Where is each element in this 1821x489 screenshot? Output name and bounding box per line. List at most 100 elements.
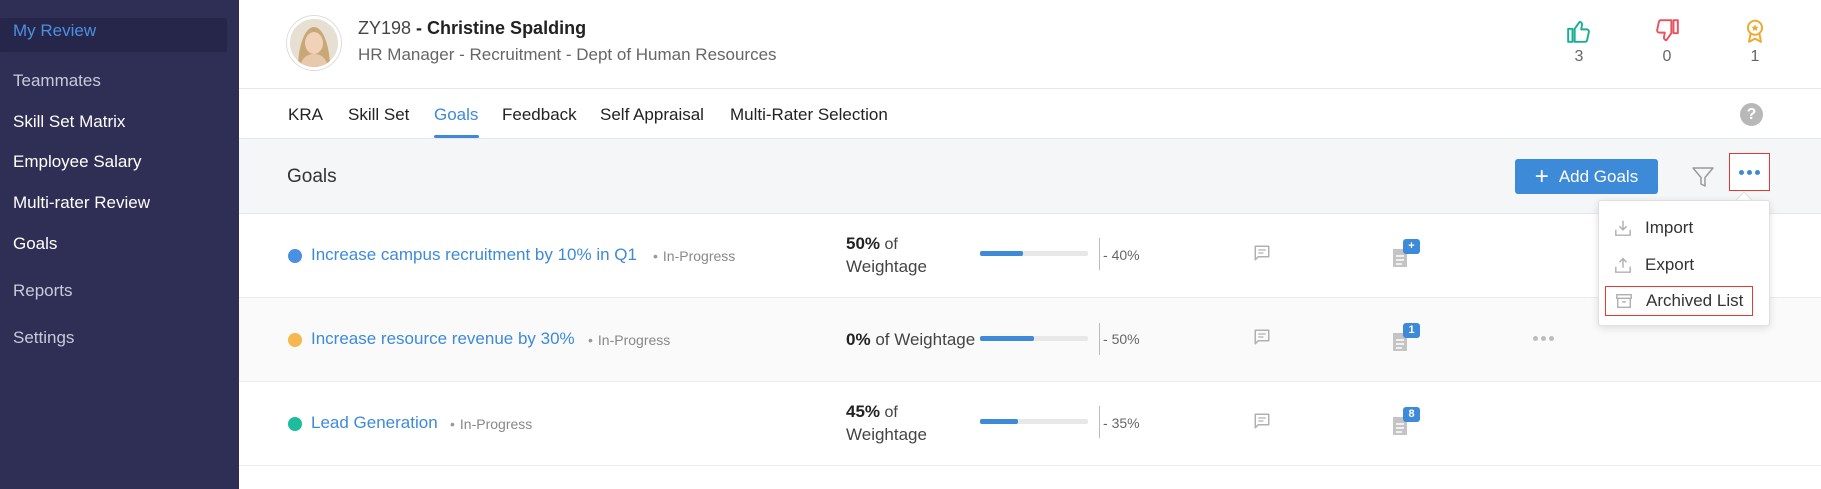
sidebar-item-goals[interactable]: Goals bbox=[13, 234, 57, 254]
goal-status-dot bbox=[288, 417, 302, 431]
sidebar: My Review Teammates Skill Set Matrix Emp… bbox=[0, 0, 239, 489]
award-icon bbox=[1746, 19, 1764, 43]
goal-title[interactable]: Increase campus recruitment by 10% in Q1 bbox=[311, 245, 637, 265]
add-goals-label: Add Goals bbox=[1558, 166, 1639, 186]
add-goals-button[interactable]: + Add Goals bbox=[1515, 159, 1658, 194]
goal-progress-bar bbox=[980, 419, 1088, 424]
weightage-label: Weightage bbox=[846, 425, 927, 444]
attachments[interactable]: + bbox=[1391, 239, 1421, 269]
goal-progress-bar bbox=[980, 336, 1088, 341]
active-tab-underline bbox=[434, 135, 479, 138]
main-content: ZY198 - Christine Spalding HR Manager - … bbox=[239, 0, 1821, 489]
more-dot-icon bbox=[1541, 336, 1546, 341]
goal-status: In-Progress bbox=[588, 332, 670, 348]
employee-name: Christine Spalding bbox=[427, 18, 587, 38]
tab-self-appraisal[interactable]: Self Appraisal bbox=[600, 105, 704, 125]
menu-item-label: Export bbox=[1645, 255, 1695, 274]
weightage-value: 45% bbox=[846, 402, 881, 421]
awards-stat[interactable]: 1 bbox=[1735, 18, 1775, 66]
more-dot-icon bbox=[1739, 169, 1744, 175]
menu-item-export[interactable]: Export bbox=[1605, 250, 1753, 280]
section-title: Goals bbox=[287, 166, 337, 187]
employee-separator: - bbox=[411, 18, 428, 38]
menu-item-label: Import bbox=[1645, 218, 1694, 237]
menu-item-import[interactable]: Import bbox=[1605, 213, 1753, 243]
goal-progress-fill bbox=[980, 419, 1018, 424]
goal-status: In-Progress bbox=[653, 248, 735, 264]
tab-multi-rater-selection[interactable]: Multi-Rater Selection bbox=[730, 105, 888, 125]
attachments[interactable]: 1 bbox=[1391, 323, 1421, 353]
more-options-menu: Import Export Archived List bbox=[1598, 200, 1770, 326]
weightage-value: 0% bbox=[846, 330, 871, 349]
archive-icon bbox=[1614, 292, 1634, 310]
menu-item-label: Archived List bbox=[1646, 291, 1744, 310]
goal-row[interactable]: Lead Generation In-Progress 45% ofWeight… bbox=[239, 382, 1821, 466]
attachments[interactable]: 8 bbox=[1391, 407, 1421, 437]
attachment-count-badge: 1 bbox=[1403, 323, 1420, 338]
goal-row[interactable]: Increase campus recruitment by 10% in Q1… bbox=[239, 214, 1821, 298]
weightage-label: of Weightage bbox=[875, 330, 976, 349]
tab-feedback[interactable]: Feedback bbox=[502, 105, 577, 125]
goals-toolbar: Goals + Add Goals bbox=[239, 139, 1821, 214]
filter-icon[interactable] bbox=[1691, 165, 1715, 189]
sidebar-item-reports[interactable]: Reports bbox=[13, 281, 73, 301]
sidebar-item-employee-salary[interactable]: Employee Salary bbox=[13, 152, 142, 172]
import-icon bbox=[1613, 219, 1633, 237]
plus-icon: + bbox=[1534, 162, 1549, 190]
sidebar-item-settings[interactable]: Settings bbox=[13, 328, 74, 348]
thumbs-up-icon bbox=[1567, 20, 1590, 43]
comment-icon[interactable] bbox=[1253, 244, 1271, 262]
employee-title: ZY198 - Christine Spalding bbox=[358, 18, 586, 39]
tab-goals[interactable]: Goals bbox=[434, 105, 478, 125]
review-tabs: KRA Skill Set Goals Feedback Self Apprai… bbox=[239, 89, 1821, 139]
employee-subtitle: HR Manager - Recruitment - Dept of Human… bbox=[358, 45, 777, 64]
goal-row[interactable]: Increase resource revenue by 30% In-Prog… bbox=[239, 298, 1821, 382]
goal-progress-percent: - 40% bbox=[1103, 247, 1140, 263]
weightage-value: 50% bbox=[846, 234, 881, 253]
progress-divider bbox=[1099, 238, 1100, 270]
likes-count: 3 bbox=[1574, 48, 1584, 65]
comment-icon[interactable] bbox=[1253, 328, 1271, 346]
goal-progress-fill bbox=[980, 336, 1034, 341]
attachment-count-badge: + bbox=[1403, 239, 1420, 254]
progress-divider bbox=[1099, 323, 1100, 355]
goal-status: In-Progress bbox=[450, 416, 532, 432]
sidebar-item-skill-set-matrix[interactable]: Skill Set Matrix bbox=[13, 112, 125, 132]
thumbs-down-icon bbox=[1656, 19, 1679, 42]
sidebar-item-multi-rater-review[interactable]: Multi-rater Review bbox=[13, 193, 150, 213]
employee-header: ZY198 - Christine Spalding HR Manager - … bbox=[239, 0, 1821, 89]
progress-divider bbox=[1099, 406, 1100, 438]
goal-weightage: 45% of Weightage bbox=[846, 402, 927, 444]
more-dot-icon bbox=[1755, 169, 1760, 175]
goal-weightage: 50% of Weightage bbox=[846, 234, 927, 276]
goal-progress-percent: - 35% bbox=[1103, 415, 1140, 431]
goal-weightage: 0% of Weightage bbox=[846, 329, 975, 351]
tab-kra[interactable]: KRA bbox=[288, 105, 323, 125]
goal-status-dot bbox=[288, 249, 302, 263]
more-dot-icon bbox=[1747, 169, 1752, 175]
sidebar-item-my-review[interactable]: My Review bbox=[13, 21, 96, 41]
goal-progress-fill bbox=[980, 251, 1024, 256]
likes-stat[interactable]: 3 bbox=[1559, 18, 1599, 66]
dislikes-count: 0 bbox=[1662, 48, 1672, 65]
employee-id: ZY198 bbox=[358, 18, 412, 38]
sidebar-item-teammates[interactable]: Teammates bbox=[13, 71, 101, 91]
awards-count: 1 bbox=[1750, 48, 1760, 65]
goal-title[interactable]: Lead Generation bbox=[311, 413, 438, 433]
more-options-button[interactable] bbox=[1729, 153, 1770, 191]
more-dot-icon bbox=[1549, 336, 1554, 341]
tab-skill-set[interactable]: Skill Set bbox=[348, 105, 409, 125]
menu-item-archived-list[interactable]: Archived List bbox=[1605, 286, 1753, 316]
export-icon bbox=[1613, 256, 1633, 274]
dislikes-stat[interactable]: 0 bbox=[1647, 18, 1687, 66]
goal-progress-bar bbox=[980, 251, 1088, 256]
help-icon[interactable]: ? bbox=[1740, 103, 1763, 126]
attachment-count-badge: 8 bbox=[1403, 407, 1420, 422]
goal-title[interactable]: Increase resource revenue by 30% bbox=[311, 329, 575, 349]
more-dot-icon bbox=[1533, 336, 1538, 341]
comment-icon[interactable] bbox=[1253, 412, 1271, 430]
goal-status-dot bbox=[288, 333, 302, 347]
goal-progress-percent: - 50% bbox=[1103, 331, 1140, 347]
avatar[interactable] bbox=[287, 16, 341, 70]
row-more-options[interactable] bbox=[1533, 336, 1554, 341]
